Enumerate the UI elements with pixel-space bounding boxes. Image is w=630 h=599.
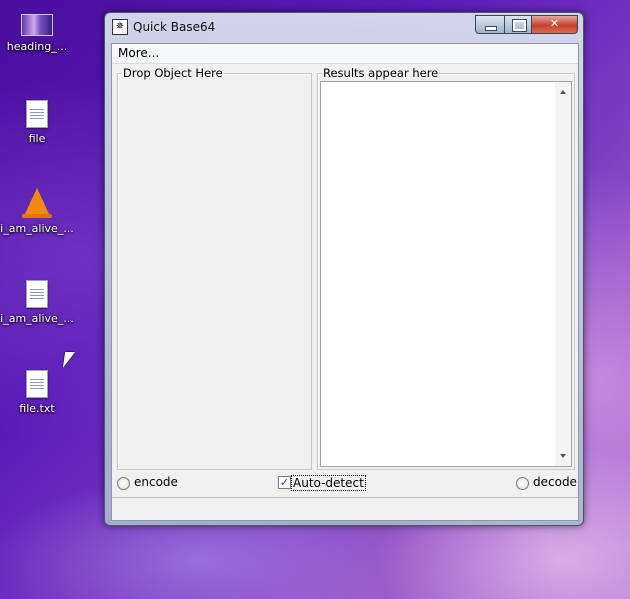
title-bar[interactable]: ✵ Quick Base64 ✕	[105, 13, 583, 41]
vlc-cone-base	[22, 214, 52, 218]
status-bar	[112, 497, 578, 520]
image-file-icon	[21, 14, 53, 36]
desktop-icon-file[interactable]: file	[0, 100, 74, 145]
desktop-icon-heading[interactable]: heading_...	[0, 14, 74, 53]
drop-panel-legend: Drop Object Here	[122, 66, 224, 80]
decode-radio[interactable]	[516, 477, 529, 490]
desktop-icon-label: file.txt	[19, 402, 55, 415]
desktop-icon-i-am-alive-video[interactable]: i_am_alive_...	[0, 188, 74, 235]
quick-base64-window: ✵ Quick Base64 ✕ More... Drop Object Her…	[104, 12, 584, 526]
desktop-icon-label: file	[28, 132, 46, 145]
encode-radio[interactable]	[117, 477, 130, 490]
window-title: Quick Base64	[133, 20, 216, 34]
menu-more[interactable]: More...	[118, 46, 159, 60]
close-button[interactable]: ✕	[531, 15, 578, 34]
maximize-button[interactable]	[504, 15, 532, 34]
results-textarea[interactable]	[320, 81, 572, 467]
minimize-button[interactable]	[475, 15, 505, 34]
close-icon: ✕	[549, 17, 560, 30]
drop-panel[interactable]: Drop Object Here	[117, 66, 312, 470]
maximize-icon	[512, 19, 527, 32]
auto-detect-checkbox[interactable]: ✓	[278, 476, 291, 489]
desktop-icon-label: i_am_alive_...	[0, 222, 74, 235]
scroll-up-arrow-icon[interactable]	[560, 90, 566, 94]
desktop-icon-file-txt[interactable]: file.txt	[0, 370, 74, 415]
vlc-cone-icon	[25, 188, 49, 214]
desktop-icon-label: i_am_alive_...	[0, 312, 74, 325]
scroll-down-arrow-icon[interactable]	[560, 454, 566, 458]
desktop-icon-label: heading_...	[6, 40, 68, 53]
mouse-cursor-icon	[62, 352, 76, 368]
minimize-icon	[485, 26, 497, 31]
decode-label[interactable]: decode	[533, 475, 577, 489]
desktop-icon-i-am-alive-text[interactable]: i_am_alive_...	[0, 280, 74, 325]
menu-bar: More...	[112, 44, 578, 64]
options-bar: encode ✓ Auto-detect decode	[112, 472, 578, 494]
auto-detect-label[interactable]: Auto-detect	[291, 475, 366, 491]
app-icon[interactable]: ✵	[112, 19, 128, 35]
text-document-icon	[26, 370, 48, 398]
text-document-icon	[26, 100, 48, 128]
encode-label[interactable]: encode	[134, 475, 178, 489]
results-scrollbar[interactable]	[555, 82, 571, 466]
results-panel-legend: Results appear here	[322, 66, 440, 80]
text-document-icon	[26, 280, 48, 308]
results-panel: Results appear here	[317, 66, 575, 470]
window-client-area: More... Drop Object Here Results appear …	[111, 43, 579, 521]
